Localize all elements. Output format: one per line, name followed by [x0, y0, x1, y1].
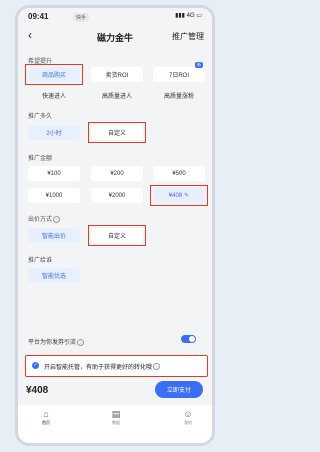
smart-hosting-label: 开启智能托管，有助于获得更好的转化哦 — [44, 364, 153, 371]
status-bar: 09:41 快手 ▮▮▮ 4G ▭ — [18, 8, 212, 25]
coupon-label: 平台为你发券引流 — [28, 340, 77, 346]
nav-bar: ‹ 磁力金牛 推广管理 — [18, 25, 212, 49]
budget-option-500[interactable]: ¥500 — [153, 166, 205, 181]
highlight-box — [88, 225, 146, 246]
total-price: ¥408 — [26, 385, 49, 396]
goal-option-fast-entry[interactable]: 快速进人 — [28, 88, 80, 103]
help-icon[interactable]: ? — [153, 362, 161, 370]
check-icon[interactable]: ✓ — [32, 362, 39, 369]
help-icon[interactable]: ? — [77, 338, 85, 346]
budget-option-2000[interactable]: ¥2000 — [91, 188, 143, 203]
bid-option-smart[interactable]: 智能出价 — [28, 228, 80, 243]
tab-data[interactable]: ▤ 数据 — [96, 409, 136, 426]
bid-label-text: 出价方式 — [28, 217, 53, 223]
signal-indicator: ▮▮▮ 4G ▭ — [175, 13, 202, 19]
smart-hosting-option[interactable]: ✓ 开启智能托管，有助于获得更好的转化哦? — [25, 355, 208, 377]
tab-home[interactable]: ⌂ 首页 — [26, 409, 66, 426]
highlight-box — [88, 122, 146, 143]
home-icon: ⌂ — [43, 409, 49, 419]
section-label-budget: 推广金额 — [28, 156, 53, 162]
tab-profile[interactable]: ☺ 我的 — [168, 409, 208, 426]
tab-label: 首页 — [42, 420, 50, 425]
goal-option-quality-fans[interactable]: 高质量涨粉 — [153, 88, 205, 103]
highlight-box — [150, 185, 208, 206]
tab-bar: ⌂ 首页 ▤ 数据 ☺ 我的 — [18, 405, 212, 443]
section-label-duration: 推广多久 — [28, 114, 53, 120]
manage-link[interactable]: 推广管理 — [172, 31, 204, 42]
goal-option-label: 7日ROI — [168, 73, 189, 79]
new-badge: 新 — [195, 62, 203, 68]
tab-label: 我的 — [184, 420, 192, 425]
budget-option-1000[interactable]: ¥1000 — [28, 188, 80, 203]
target-option-smart[interactable]: 智能优选 — [28, 268, 80, 283]
app-badge: 快手 — [73, 13, 90, 22]
goal-option-roi[interactable]: 卖货ROI — [91, 67, 143, 82]
chart-icon: ▤ — [111, 409, 121, 419]
user-icon: ☺ — [183, 409, 193, 419]
budget-option-100[interactable]: ¥100 — [28, 166, 80, 181]
help-icon[interactable]: ? — [53, 215, 61, 223]
network-label: 4G — [186, 13, 195, 19]
budget-option-200[interactable]: ¥200 — [91, 166, 143, 181]
pay-button[interactable]: 立即支付 — [155, 381, 203, 398]
goal-option-7day-roi[interactable]: 7日ROI 新 — [153, 62, 205, 82]
goal-option-quality-entry[interactable]: 高质量进人 — [91, 88, 143, 103]
coupon-toggle[interactable] — [181, 335, 196, 343]
duration-option-2h[interactable]: 2小时 — [28, 125, 80, 140]
section-label-bid: 出价方式? — [28, 214, 61, 223]
highlight-box — [25, 64, 83, 85]
coupon-row: 平台为你发券引流? — [28, 337, 85, 346]
tab-label: 数据 — [112, 420, 120, 425]
section-label-target: 推广给谁 — [28, 258, 53, 264]
phone-frame: 09:41 快手 ▮▮▮ 4G ▭ ‹ 磁力金牛 推广管理 希望提升 商品购买 … — [15, 5, 215, 446]
status-time: 09:41 — [28, 12, 49, 21]
